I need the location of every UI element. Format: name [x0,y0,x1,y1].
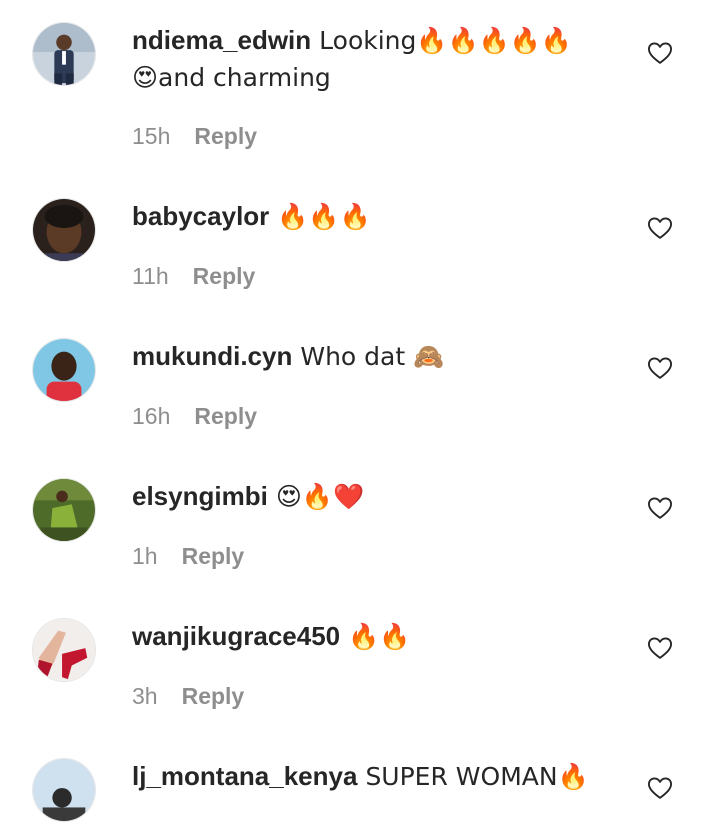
like-button[interactable] [646,634,674,662]
reply-button[interactable]: Reply [182,543,245,569]
comment-meta: 15h Reply [132,121,257,151]
comment-item: babycaylor 🔥🔥🔥 11h Reply [0,198,720,338]
comment-text: mukundi.cyn Who dat 🙈 [132,338,622,375]
comment-meta: 3h Reply [132,681,244,711]
comment-username[interactable]: mukundi.cyn [132,341,292,371]
heart-outline-icon [647,637,673,659]
profile-photo-icon [33,23,95,85]
comment-time: 16h [132,403,171,429]
comment-time: 11h [132,263,169,289]
comment-item: ndiema_edwin Looking🔥🔥🔥🔥🔥 😍and charming 1… [0,22,720,162]
comment-item: mukundi.cyn Who dat 🙈 16h Reply [0,338,720,478]
comment-text: lj_montana_kenya SUPER WOMAN🔥 [132,758,622,795]
comment-text: babycaylor 🔥🔥🔥 [132,198,622,235]
like-button[interactable] [646,39,674,67]
comment-text: wanjikugrace450 🔥🔥 [132,618,622,655]
comment-username[interactable]: babycaylor [132,201,269,231]
comment-text: ndiema_edwin Looking🔥🔥🔥🔥🔥 😍and charming [132,22,622,96]
comment-meta: 11h Reply [132,261,255,291]
comment-item: elsyngimbi 😍🔥❤️ 1h Reply [0,478,720,618]
like-button[interactable] [646,774,674,802]
comment-body: 🔥🔥 [348,622,411,651]
comment-username[interactable]: wanjikugrace450 [132,621,340,651]
heart-outline-icon [647,217,673,239]
comment-time: 15h [132,123,171,149]
avatar[interactable] [32,338,96,402]
profile-photo-icon [33,759,95,821]
comment-meta: 16h Reply [132,401,257,431]
comment-body: SUPER WOMAN🔥 [365,762,589,791]
comment-username[interactable]: elsyngimbi [132,481,268,511]
comment-item: wanjikugrace450 🔥🔥 3h Reply [0,618,720,758]
avatar[interactable] [32,618,96,682]
comment-body: 😍🔥❤️ [275,482,365,511]
avatar[interactable] [32,198,96,262]
heart-outline-icon [647,497,673,519]
comment-text: elsyngimbi 😍🔥❤️ [132,478,622,515]
like-button[interactable] [646,494,674,522]
comment-body: 🔥🔥🔥 [277,202,371,231]
avatar[interactable] [32,758,96,822]
heart-outline-icon [647,357,673,379]
avatar[interactable] [32,22,96,86]
comment-username[interactable]: ndiema_edwin [132,25,311,55]
like-button[interactable] [646,354,674,382]
comment-meta: 1h Reply [132,541,244,571]
profile-photo-icon [33,619,95,681]
reply-button[interactable]: Reply [194,403,257,429]
comment-time: 3h [132,683,158,709]
reply-button[interactable]: Reply [182,683,245,709]
comment-time: 1h [132,543,158,569]
reply-button[interactable]: Reply [193,263,256,289]
heart-outline-icon [647,777,673,799]
comment-item: lj_montana_kenya SUPER WOMAN🔥 [0,758,720,822]
profile-photo-icon [33,339,95,401]
reply-button[interactable]: Reply [194,123,257,149]
comment-username[interactable]: lj_montana_kenya [132,761,357,791]
profile-photo-icon [33,199,95,261]
like-button[interactable] [646,214,674,242]
avatar[interactable] [32,478,96,542]
comment-body: Who dat 🙈 [300,342,445,371]
heart-outline-icon [647,42,673,64]
profile-photo-icon [33,479,95,541]
